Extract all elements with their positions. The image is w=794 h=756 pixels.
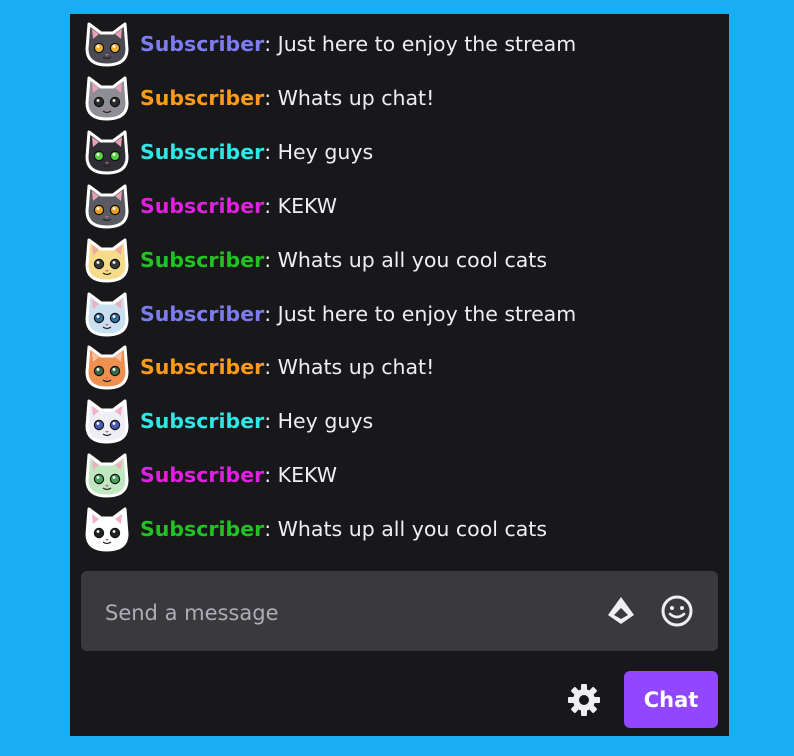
cat-avatar[interactable]	[82, 235, 132, 285]
cat-face-icon	[85, 130, 129, 175]
chat-username[interactable]: Subscriber	[140, 302, 264, 326]
chat-message: Subscriber: Whats up chat!	[82, 73, 434, 123]
chat-username[interactable]: Subscriber	[140, 32, 264, 56]
cat-avatar[interactable]	[82, 19, 132, 69]
chat-message: Subscriber: Just here to enjoy the strea…	[82, 19, 576, 69]
cat-face-icon	[85, 507, 129, 552]
cat-face-icon	[85, 184, 129, 229]
cat-face-icon	[85, 238, 129, 283]
chat-message-line: Subscriber: Hey guys	[140, 409, 373, 433]
chat-message-line: Subscriber: Whats up chat!	[140, 86, 434, 110]
cat-face-icon	[85, 292, 129, 336]
chat-message-text: : Whats up chat!	[264, 355, 435, 380]
chat-username[interactable]: Subscriber	[140, 140, 264, 164]
chat-message: Subscriber: Whats up all you cool cats	[82, 235, 547, 285]
cat-face-icon	[85, 76, 129, 121]
chat-message-text: : Whats up chat!	[264, 85, 435, 110]
cat-avatar[interactable]	[82, 73, 132, 123]
emote-icon	[661, 595, 693, 627]
chat-input-box[interactable]	[81, 571, 718, 651]
cat-avatar[interactable]	[82, 450, 132, 500]
chat-message-text: : Hey guys	[264, 409, 374, 434]
bits-icon	[608, 597, 634, 624]
chat-username[interactable]: Subscriber	[140, 86, 264, 110]
chat-message-text: : Whats up all you cool cats	[264, 247, 547, 272]
chat-message: Subscriber: Hey guys	[82, 127, 373, 177]
chat-message: Subscriber: Whats up chat!	[82, 342, 434, 392]
chat-username[interactable]: Subscriber	[140, 409, 264, 433]
chat-message-line: Subscriber: KEKW	[140, 463, 337, 487]
chat-message-line: Subscriber: KEKW	[140, 194, 337, 218]
cat-avatar[interactable]	[82, 127, 132, 177]
chat-message-line: Subscriber: Hey guys	[140, 140, 373, 164]
send-chat-button[interactable]: Chat	[624, 671, 718, 728]
chat-message: Subscriber: KEKW	[82, 181, 337, 231]
chat-username[interactable]: Subscriber	[140, 194, 264, 218]
cat-avatar[interactable]	[82, 504, 132, 554]
chat-username[interactable]: Subscriber	[140, 355, 264, 379]
cat-avatar[interactable]	[82, 181, 132, 231]
chat-message-text: : Just here to enjoy the stream	[264, 32, 577, 56]
cat-avatar[interactable]	[82, 396, 132, 446]
chat-message-line: Subscriber: Whats up chat!	[140, 355, 434, 379]
chat-message-line: Subscriber: Just here to enjoy the strea…	[140, 32, 576, 56]
chat-username[interactable]: Subscriber	[140, 463, 264, 487]
emote-picker-button[interactable]	[659, 593, 695, 629]
chat-message-line: Subscriber: Whats up all you cool cats	[140, 248, 547, 272]
chat-message-text: : KEKW	[264, 193, 338, 218]
chat-panel: Subscriber: Just here to enjoy the strea…	[70, 14, 729, 736]
chat-message: Subscriber: Whats up all you cool cats	[82, 504, 547, 554]
cat-face-icon	[85, 399, 129, 444]
cat-face-icon	[85, 345, 129, 390]
cat-avatar[interactable]	[82, 289, 132, 339]
chat-settings-button[interactable]	[564, 680, 604, 720]
cat-face-icon	[85, 22, 129, 67]
chat-message-text: : KEKW	[264, 463, 338, 488]
chat-message: Subscriber: KEKW	[82, 450, 337, 500]
chat-username[interactable]: Subscriber	[140, 248, 264, 272]
cat-face-icon	[85, 453, 129, 498]
chat-message-text: : Just here to enjoy the stream	[264, 301, 577, 326]
chat-message-line: Subscriber: Just here to enjoy the strea…	[140, 302, 576, 326]
gear-icon	[568, 684, 600, 716]
chat-message-input[interactable]	[103, 595, 557, 631]
chat-message: Subscriber: Hey guys	[82, 396, 373, 446]
bits-button[interactable]	[603, 593, 639, 629]
cat-avatar[interactable]	[82, 342, 132, 392]
chat-message-text: : Hey guys	[264, 139, 374, 164]
chat-message-line: Subscriber: Whats up all you cool cats	[140, 517, 547, 541]
chat-message-text: : Whats up all you cool cats	[264, 517, 547, 542]
chat-message: Subscriber: Just here to enjoy the strea…	[82, 289, 576, 339]
chat-username[interactable]: Subscriber	[140, 517, 264, 541]
